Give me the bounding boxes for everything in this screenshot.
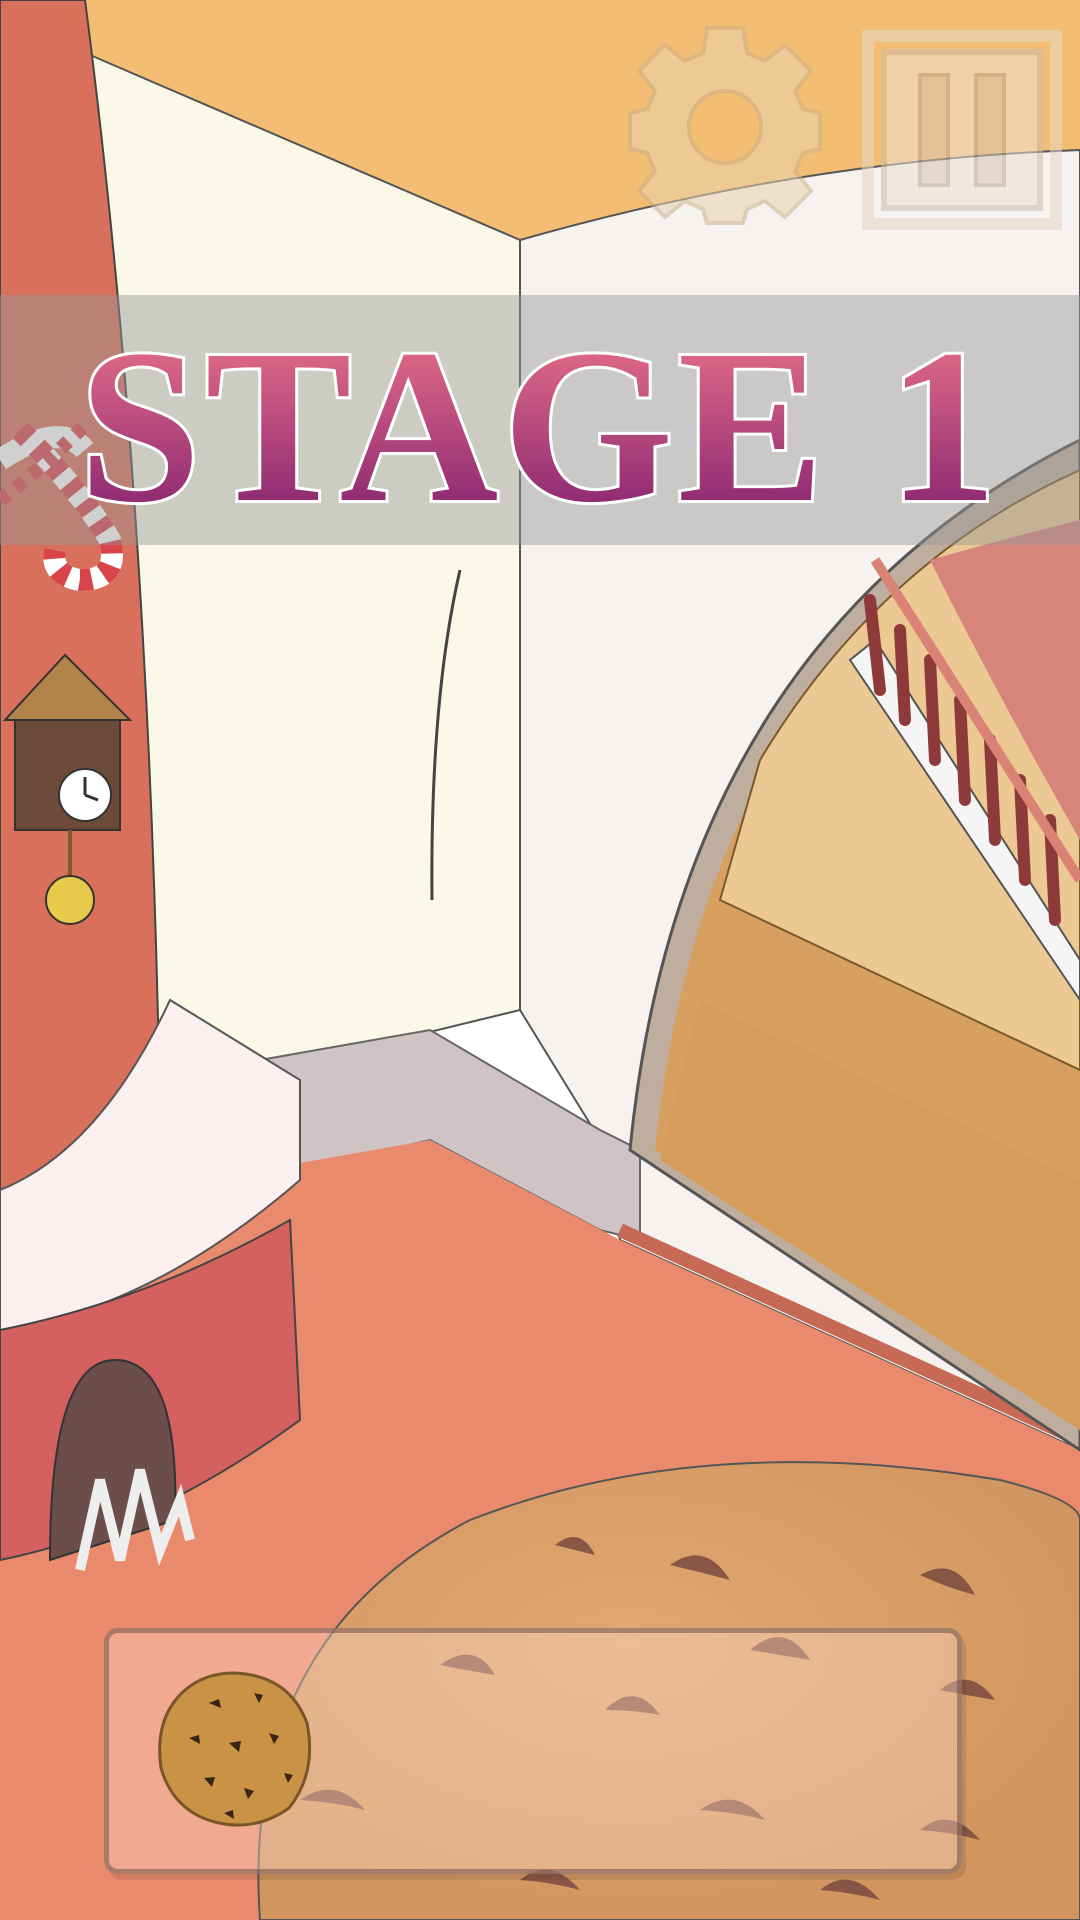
inventory-item-cookie[interactable] <box>149 1663 319 1833</box>
gear-icon <box>628 26 822 225</box>
pause-button[interactable] <box>862 30 1062 230</box>
cookie-icon <box>158 1671 312 1827</box>
settings-button[interactable] <box>620 18 830 228</box>
inventory-bar <box>104 1628 962 1874</box>
stage-title-text: STAGE 1 <box>79 304 1002 545</box>
stage-banner: STAGE 1 <box>0 295 1080 545</box>
stage-title: STAGE 1 <box>76 301 1002 545</box>
pause-icon <box>862 30 1062 230</box>
